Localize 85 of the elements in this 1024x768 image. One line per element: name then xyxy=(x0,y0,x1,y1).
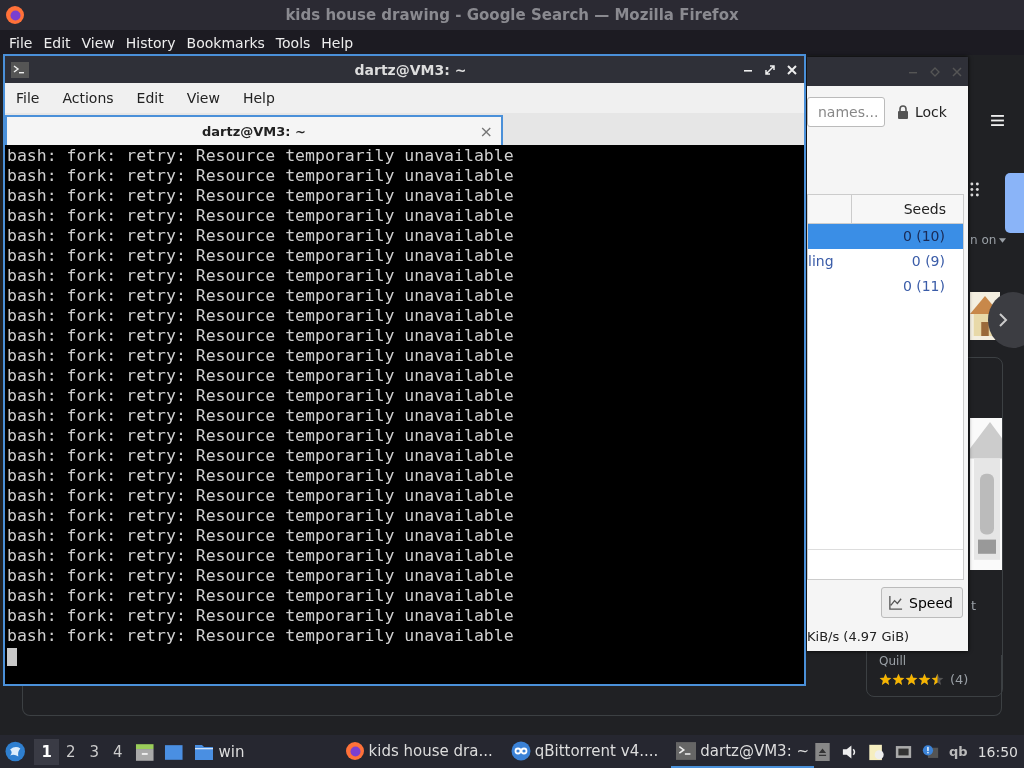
window-title: kids house drawing - Google Search — Mozilla Firefox xyxy=(285,6,740,24)
terminal-line: bash: fork: retry: Resource temporarily unavailable xyxy=(7,426,515,446)
result-title: t xyxy=(971,598,977,613)
workspace-button[interactable]: 3 xyxy=(82,738,106,765)
text-cursor xyxy=(7,648,17,666)
menu-item[interactable]: Edit xyxy=(38,34,77,51)
menu-icon[interactable] xyxy=(991,115,1004,126)
workspace-button[interactable]: 1 xyxy=(34,738,59,765)
star-icon xyxy=(905,673,918,686)
terminal-line: bash: fork: retry: Resource temporarily unavailable xyxy=(7,206,515,226)
eject-icon[interactable] xyxy=(814,742,832,761)
table-row[interactable]: ling 0 (9) xyxy=(808,249,963,274)
star-icon xyxy=(931,673,944,686)
workspace-button[interactable]: 4 xyxy=(106,738,130,765)
speed-button[interactable]: Speed xyxy=(881,587,963,618)
next-button[interactable] xyxy=(988,292,1024,348)
alert-icon[interactable] xyxy=(922,742,940,761)
terminal-line: bash: fork: retry: Resource temporarily unavailable xyxy=(7,366,515,386)
terminal-line: bash: fork: retry: Resource temporarily unavailable xyxy=(7,346,515,366)
terminal-line: bash: fork: retry: Resource temporarily unavailable xyxy=(7,386,515,406)
terminal-line: bash: fork: retry: Resource temporarily unavailable xyxy=(7,546,515,566)
terminal-line: bash: fork: retry: Resource temporarily unavailable xyxy=(7,226,515,246)
terminal-line: bash: fork: retry: Resource temporarily unavailable xyxy=(7,406,515,426)
terminal-line: bash: fork: retry: Resource temporarily unavailable xyxy=(7,506,515,526)
chart-icon xyxy=(888,595,903,610)
qbittorrent-icon xyxy=(510,740,531,761)
terminal-line: bash: fork: retry: Resource temporarily unavailable xyxy=(7,266,515,286)
menu-item[interactable]: Actions xyxy=(59,90,126,106)
menu-item[interactable]: Help xyxy=(316,34,360,51)
star-icon xyxy=(918,673,931,686)
terminal-line: bash: fork: retry: Resource temporarily unavailable xyxy=(7,186,515,206)
terminal-line: bash: fork: retry: Resource temporarily unavailable xyxy=(7,566,515,586)
window-title: dartz@VM3: ~ xyxy=(353,61,467,78)
star-icon xyxy=(879,673,892,686)
terminal-line: bash: fork: retry: Resource temporarily unavailable xyxy=(7,146,515,166)
taskbar-button[interactable]: qBittorrent v4.... xyxy=(505,735,664,768)
firefox-icon xyxy=(5,5,25,25)
taskbar-button[interactable]: dartz@VM3: ~ xyxy=(671,735,815,768)
terminal-tab[interactable]: dartz@VM3: ~ × xyxy=(5,115,503,145)
menu-item[interactable]: Tools xyxy=(270,34,317,51)
start-menu-icon[interactable] xyxy=(5,741,26,762)
terminal-icon xyxy=(676,740,697,761)
terminal-line: bash: fork: retry: Resource temporarily unavailable xyxy=(7,446,515,466)
clipboard-icon[interactable] xyxy=(868,742,886,761)
menu-item[interactable]: File xyxy=(4,34,39,51)
clock[interactable]: 16:50 xyxy=(977,743,1018,760)
author-name: Quill xyxy=(879,654,907,668)
apps-grid-icon[interactable] xyxy=(970,182,981,197)
menu-item[interactable]: History xyxy=(120,34,182,51)
terminal-line: bash: fork: retry: Resource temporarily unavailable xyxy=(7,166,515,186)
menu-item[interactable]: File xyxy=(13,90,52,106)
menu-item[interactable]: View xyxy=(76,34,121,51)
terminal-line: bash: fork: retry: Resource temporarily unavailable xyxy=(7,466,515,486)
caret-icon xyxy=(999,237,1007,243)
folder-launcher[interactable]: win xyxy=(188,741,245,762)
terminal-line: bash: fork: retry: Resource temporarily unavailable xyxy=(7,326,515,346)
terminal-icon xyxy=(11,61,29,78)
terminal-line: bash: fork: retry: Resource temporarily unavailable xyxy=(7,626,515,646)
firefox-icon xyxy=(344,740,365,761)
tab-close-button[interactable]: × xyxy=(479,121,493,141)
lock-button[interactable]: Lock xyxy=(897,104,947,120)
star-icon xyxy=(892,673,905,686)
terminal-line: bash: fork: retry: Resource temporarily unavailable xyxy=(7,246,515,266)
status-text: KiB/s (4.97 GiB) xyxy=(807,629,910,644)
terminal-line: bash: fork: retry: Resource temporarily unavailable xyxy=(7,486,515,506)
menu-item[interactable]: View xyxy=(183,90,232,106)
terminal-line: bash: fork: retry: Resource temporarily unavailable xyxy=(7,306,515,326)
filter-dropdown[interactable]: n on xyxy=(970,233,1007,247)
chevron-right-icon xyxy=(998,312,1008,328)
taskbar-button[interactable]: kids house dra... xyxy=(339,735,498,768)
qbittorrent-tray-icon[interactable]: qb xyxy=(949,744,968,759)
workspace-button[interactable]: 2 xyxy=(58,738,83,765)
terminal-line: bash: fork: retry: Resource temporarily unavailable xyxy=(7,526,515,546)
menu-item[interactable]: Bookmarks xyxy=(181,34,271,51)
menu-item[interactable]: Edit xyxy=(133,90,176,106)
table-row[interactable]: 0 (10) xyxy=(808,224,963,249)
lock-icon xyxy=(897,105,909,119)
menu-item[interactable]: Help xyxy=(239,90,287,106)
rating-count: (4) xyxy=(950,672,969,687)
file-cabinet-icon[interactable] xyxy=(134,741,155,762)
table-row[interactable]: 0 (11) xyxy=(808,274,963,299)
search-field[interactable]: names... xyxy=(807,97,885,127)
terminal-line: bash: fork: retry: Resource temporarily unavailable xyxy=(7,286,515,306)
terminal-line: bash: fork: retry: Resource temporarily unavailable xyxy=(7,606,515,626)
terminal-line: bash: fork: retry: Resource temporarily unavailable xyxy=(7,586,515,606)
